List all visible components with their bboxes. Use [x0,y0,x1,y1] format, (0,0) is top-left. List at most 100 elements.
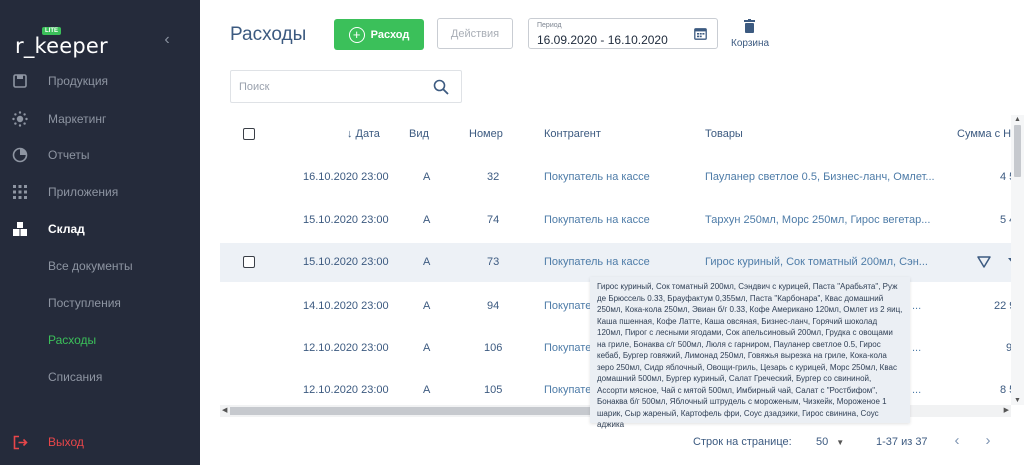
page-title: Расходы [230,24,307,45]
sidebar: r_keeper LITE ‹ Продукция Маркетинг Отче… [0,0,200,465]
search-input[interactable] [239,79,419,95]
search-box [230,70,462,103]
cell-number: 106 [484,342,503,354]
logo-badge: LITE [42,27,61,35]
rows-per-page-label: Строк на странице: [693,436,792,448]
trash-icon [744,19,755,38]
cell-date: 16.10.2020 23:00 [303,171,389,183]
logout-icon [12,434,28,450]
search-icon[interactable] [433,79,449,95]
sidebar-item-products[interactable]: Продукция [0,63,200,99]
reports-icon [12,147,28,163]
cell-contractor[interactable]: Покупате [544,384,591,396]
caret-down-icon: ▼ [836,438,845,447]
scroll-up-arrow-icon[interactable]: ▲ [1014,116,1021,123]
cell-contractor[interactable]: Покупате [544,300,591,312]
sidebar-item-apps[interactable]: Приложения [0,174,200,210]
chevron-left-icon[interactable]: ‹ [160,31,174,49]
cell-date: 15.10.2020 23:00 [303,214,389,226]
next-page-icon[interactable]: › [979,432,997,452]
sidebar-item-label: Все документы [48,259,133,273]
sidebar-item-label: Отчеты [48,148,90,162]
sidebar-item-label: Расходы [48,333,97,347]
rows-per-page-select[interactable]: 50 ▼ [816,436,844,448]
marketing-icon [12,111,28,127]
cell-type: А [423,214,431,226]
sidebar-item-reports[interactable]: Отчеты [0,137,200,173]
cell-number: 32 [487,171,500,183]
sidebar-item-receipts[interactable]: Поступления [0,285,200,321]
column-sum[interactable]: Сумма с Н [957,128,1011,140]
column-number[interactable]: Номер [469,128,503,140]
cell-goods[interactable]: Гирос куриный, Сок томатный 200мл, Сэн..… [705,256,928,268]
vertical-scrollbar-thumb[interactable] [1014,125,1021,177]
table-header: ↓ Дата Вид Номер Контрагент Товары Сумма… [220,115,1024,155]
logo[interactable]: r_keeper LITE [15,26,135,58]
sidebar-item-label: Приложения [48,185,119,199]
sidebar-item-expenses[interactable]: Расходы [0,322,200,358]
cell-contractor[interactable]: Покупате [544,342,591,354]
cell-type: А [423,384,431,396]
sidebar-item-warehouse[interactable]: Склад [0,211,200,247]
column-date[interactable]: ↓ Дата [347,128,380,140]
filter-icon[interactable] [977,255,991,269]
add-expense-button[interactable]: + Расход [334,19,424,50]
table-row[interactable]: 15.10.2020 23:00 А 74 Покупатель на касс… [220,201,1024,240]
prev-page-icon[interactable]: ‹ [948,432,966,452]
rows-per-page-value: 50 [816,436,829,448]
column-type[interactable]: Вид [409,128,429,140]
logo-text: r_keeper [15,34,108,58]
logout-button[interactable]: Выход [0,424,200,460]
row-checkbox[interactable] [243,256,255,268]
period-picker[interactable]: Период 16.09.2020 - 16.10.2020 [528,18,718,49]
cell-goods[interactable]: ... [912,300,921,312]
column-contractor[interactable]: Контрагент [544,128,601,140]
vertical-scrollbar[interactable]: ▲ ▼ [1011,115,1024,405]
goods-tooltip: Гирос куриный, Сок томатный 200мл, Сэндв… [590,277,910,429]
sidebar-item-write-offs[interactable]: Списания [0,359,200,395]
cell-contractor[interactable]: Покупатель на кассе [544,256,650,268]
cell-goods[interactable]: ... [912,342,921,354]
cell-goods[interactable]: Тархун 250мл, Морс 250мл, Гирос вегетар.… [705,214,930,226]
trash-label: Корзина [731,38,770,49]
cell-date: 12.10.2020 23:00 [303,342,389,354]
sidebar-item-label: Маркетинг [48,112,107,126]
select-all-checkbox[interactable] [243,128,255,140]
sidebar-item-marketing[interactable]: Маркетинг [0,101,200,137]
trash-button[interactable]: Корзина [731,19,771,51]
scroll-left-arrow-icon[interactable]: ◀ [222,406,227,414]
period-value: 16.09.2020 - 16.10.2020 [537,33,668,47]
cell-type: А [423,256,431,268]
sidebar-item-all-documents[interactable]: Все документы [0,248,200,284]
pagination-range: 1-37 из 37 [876,436,928,448]
cell-type: А [423,342,431,354]
actions-button[interactable]: Действия [437,18,513,49]
table-row[interactable]: 16.10.2020 23:00 А 32 Покупатель на касс… [220,158,1024,197]
horizontal-scrollbar-thumb[interactable] [230,407,642,415]
cell-contractor[interactable]: Покупатель на кассе [544,171,650,183]
scroll-down-arrow-icon[interactable]: ▼ [1014,397,1021,404]
plus-icon: + [348,26,365,43]
cell-date: 14.10.2020 23:00 [303,300,389,312]
column-goods[interactable]: Товары [705,128,743,140]
cell-number: 74 [487,214,500,226]
cell-type: А [423,171,431,183]
calendar-icon[interactable] [694,27,707,40]
cell-goods[interactable]: ... [912,384,921,396]
cell-goods[interactable]: Пауланер светлое 0.5, Бизнес-ланч, Омлет… [705,171,935,183]
sidebar-item-label: Списания [48,370,103,384]
scroll-right-arrow-icon[interactable]: ▶ [1004,406,1009,414]
cell-type: А [423,300,431,312]
cell-contractor[interactable]: Покупатель на кассе [544,214,650,226]
sidebar-item-label: Продукция [48,74,109,88]
sidebar-item-label: Склад [48,222,85,236]
period-label: Период [537,22,562,29]
add-expense-label: Расход [370,28,410,41]
logout-label: Выход [48,435,84,449]
cell-number: 73 [487,256,500,268]
cell-number: 105 [484,384,503,396]
apps-icon [12,184,28,200]
cell-date: 12.10.2020 23:00 [303,384,389,396]
cell-number: 94 [487,300,500,312]
product-icon [12,73,28,89]
